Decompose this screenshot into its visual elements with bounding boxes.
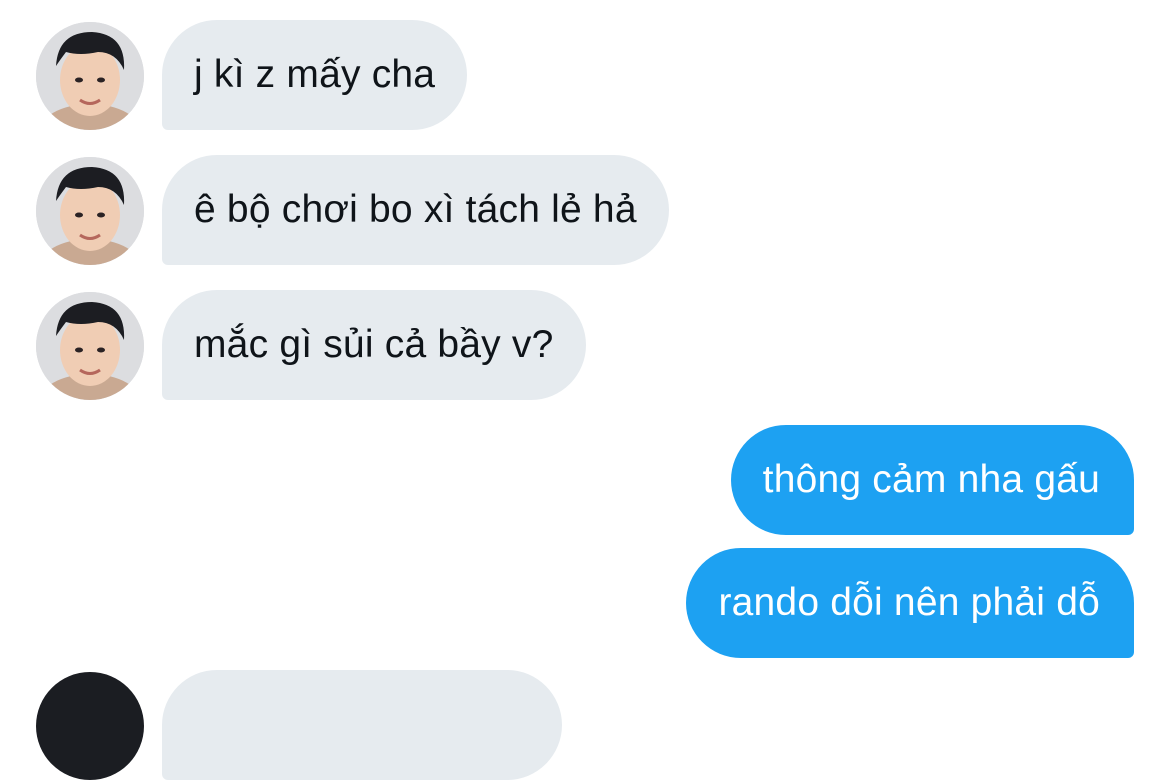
incoming-message-bubble[interactable]: mắc gì sủi cả bầy v? [162, 290, 586, 400]
message-thread[interactable]: j kì z mấy cha ê bộ chơi bo xì tách lẻ h… [0, 0, 1170, 780]
contact-avatar[interactable] [36, 22, 144, 130]
outgoing-message-bubble[interactable]: thông cảm nha gấu [730, 425, 1134, 535]
incoming-message-bubble-partial[interactable] [162, 670, 562, 780]
message-text: ê bộ chơi bo xì tách lẻ hả [194, 188, 637, 231]
incoming-message-bubble[interactable]: j kì z mấy cha [162, 20, 468, 130]
outgoing-message-bubble[interactable]: rando dỗi nên phải dỗ [686, 548, 1134, 658]
contact-avatar[interactable] [36, 157, 144, 265]
avatar-photo-icon [36, 22, 144, 130]
contact-avatar[interactable] [36, 292, 144, 400]
message-text: thông cảm nha gấu [762, 458, 1100, 501]
message-text: j kì z mấy cha [194, 53, 436, 96]
contact-avatar-partial[interactable] [36, 672, 144, 780]
avatar-photo-icon [36, 292, 144, 400]
message-text: rando dỗi nên phải dỗ [718, 581, 1100, 624]
incoming-message-bubble[interactable]: ê bộ chơi bo xì tách lẻ hả [162, 155, 669, 265]
avatar-photo-icon [36, 157, 144, 265]
message-text: mắc gì sủi cả bầy v? [194, 323, 554, 366]
